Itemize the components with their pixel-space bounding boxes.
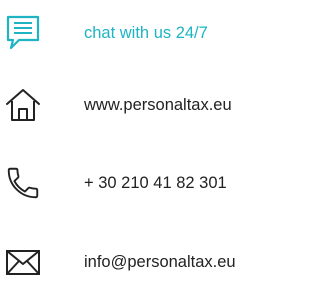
contact-row-website[interactable]: www.personaltax.eu — [0, 83, 281, 127]
home-icon — [4, 83, 42, 127]
phone-number[interactable]: + 30 210 41 82 301 — [84, 161, 227, 205]
mail-icon — [4, 240, 42, 284]
chat-link[interactable]: chat with us 24/7 — [84, 11, 208, 55]
contact-row-email[interactable]: info@personaltax.eu — [0, 240, 281, 284]
website-link[interactable]: www.personaltax.eu — [84, 83, 232, 127]
contact-row-phone[interactable]: + 30 210 41 82 301 — [0, 161, 281, 205]
email-link[interactable]: info@personaltax.eu — [84, 240, 236, 284]
chat-icon — [4, 11, 42, 55]
phone-icon — [4, 161, 42, 205]
contact-row-chat[interactable]: chat with us 24/7 — [0, 11, 281, 55]
